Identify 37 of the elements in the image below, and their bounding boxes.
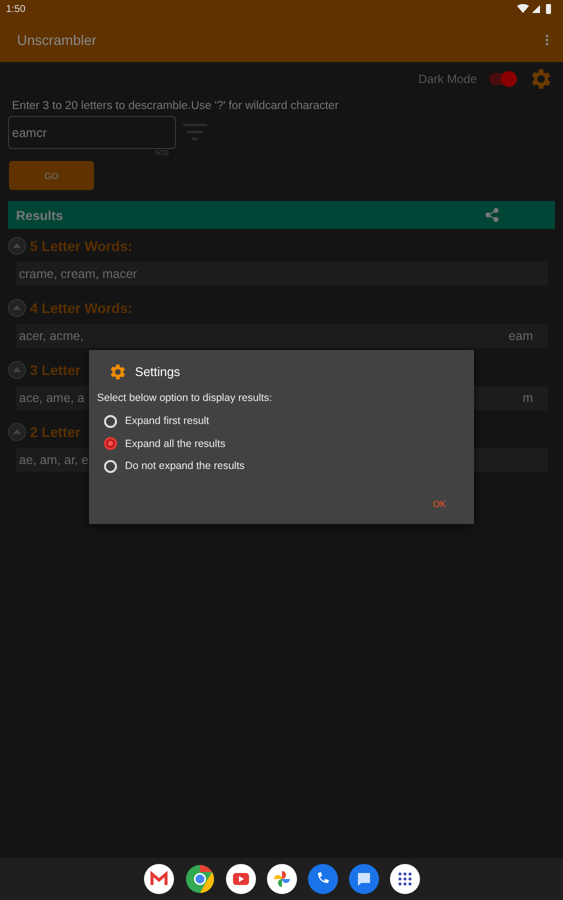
- status-icons: [517, 4, 553, 14]
- group-heading: 3 Letter: [30, 362, 81, 378]
- share-icon[interactable]: [485, 208, 499, 222]
- option-label[interactable]: Do not expand the results: [125, 460, 245, 472]
- caret-icon: [13, 367, 21, 372]
- dialog-title: Settings: [135, 365, 180, 379]
- caret-icon: [13, 305, 21, 310]
- app-title: Unscrambler: [17, 32, 96, 48]
- browser-icon[interactable]: [184, 864, 214, 894]
- words-text: crame, cream, macer: [19, 267, 138, 281]
- words-text: eam: [508, 329, 533, 343]
- play-icon[interactable]: [226, 864, 256, 894]
- radio-button[interactable]: [104, 437, 117, 450]
- option-label[interactable]: Expand all the results: [125, 438, 226, 450]
- dialog-prompt: Select below option to display results:: [97, 392, 274, 404]
- chat-icon[interactable]: [348, 864, 378, 894]
- group-heading: 5 Letter Words:: [30, 238, 132, 254]
- letters-input[interactable]: eamcr: [8, 116, 176, 149]
- dark-mode-switch[interactable]: [489, 73, 515, 85]
- group-heading: 4 Letter Words:: [30, 300, 132, 316]
- more-icon[interactable]: [545, 34, 549, 46]
- phone-icon[interactable]: [308, 864, 338, 894]
- apps-grid-icon[interactable]: [390, 864, 420, 894]
- status-time: 1:50: [6, 4, 26, 14]
- caret-icon: [13, 243, 21, 248]
- envelope-icon[interactable]: [144, 864, 174, 894]
- dark-mode-label: Dark Mode: [418, 72, 477, 86]
- words-text: acer, acme,: [19, 329, 84, 343]
- instructions: Enter 3 to 20 letters to descramble.Use '?' for wildcard character: [12, 100, 340, 112]
- pinwheel-icon[interactable]: [266, 864, 296, 894]
- words-text: m: [522, 391, 533, 405]
- results-title: Results: [16, 208, 63, 222]
- caret-icon: [13, 429, 21, 434]
- words-text: ace, ame, a: [19, 391, 84, 405]
- option-label[interactable]: Expand first result: [125, 415, 210, 428]
- group-heading: 2 Letter: [30, 424, 81, 440]
- words-text: ae, am, ar, e: [19, 453, 88, 467]
